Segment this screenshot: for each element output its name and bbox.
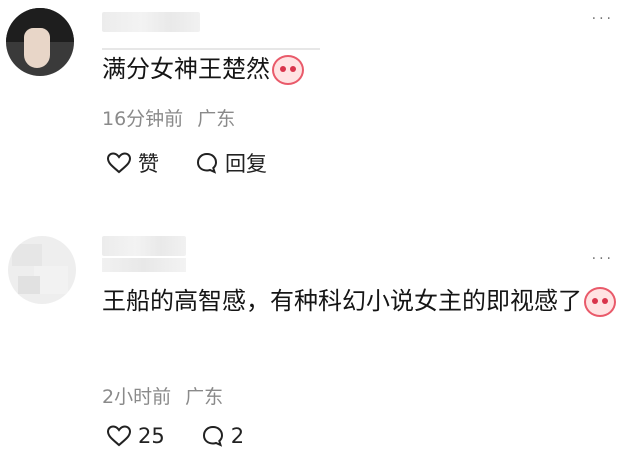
- emoji-icon: [584, 287, 616, 317]
- avatar[interactable]: [8, 236, 76, 304]
- comment-time: 16分钟前: [102, 108, 184, 130]
- username-blurred[interactable]: [102, 236, 186, 256]
- like-count: 25: [138, 424, 165, 448]
- comment-meta: 16分钟前 广东: [102, 104, 249, 131]
- comment-location: 广东: [197, 108, 236, 130]
- comment-meta: 2小时前 广东: [102, 382, 237, 409]
- heart-icon: [106, 425, 132, 447]
- comment-actions: 赞 回复: [106, 148, 303, 178]
- username-blurred-secondary: [102, 258, 186, 272]
- heart-icon: [106, 152, 132, 174]
- comment-location: 广东: [185, 386, 224, 408]
- comment-text-content: 满分女神王楚然: [102, 55, 270, 83]
- more-icon[interactable]: ···: [592, 12, 614, 26]
- like-button[interactable]: 赞: [106, 148, 159, 178]
- reply-count: 2: [230, 424, 245, 448]
- comment-time: 2小时前: [102, 386, 172, 408]
- comment-text-content: 王船的高智感，有种科幻小说女主的即视感了: [102, 287, 582, 315]
- comment-bubble-icon: [196, 152, 218, 174]
- emoji-icon: [272, 55, 304, 85]
- comment-text: 满分女神王楚然: [102, 52, 304, 86]
- avatar[interactable]: [6, 8, 74, 76]
- comment-actions: 25 2: [106, 424, 280, 448]
- comment-text: 王船的高智感，有种科幻小说女主的即视感了: [102, 284, 622, 318]
- username-blurred[interactable]: [102, 12, 200, 32]
- reply-button[interactable]: 回复: [195, 148, 267, 178]
- comment-item: ··· 王船的高智感，有种科幻小说女主的即视感了 2小时前 广东 25 2: [0, 222, 640, 453]
- divider: [102, 48, 320, 50]
- comment-item: ··· 满分女神王楚然 16分钟前 广东 赞 回复: [0, 0, 640, 222]
- reply-label: 回复: [225, 152, 267, 176]
- reply-button[interactable]: 2: [201, 424, 244, 448]
- more-icon[interactable]: ···: [592, 252, 614, 266]
- like-button[interactable]: 25: [106, 424, 165, 448]
- comment-bubble-icon: [202, 425, 223, 447]
- like-label: 赞: [138, 152, 159, 176]
